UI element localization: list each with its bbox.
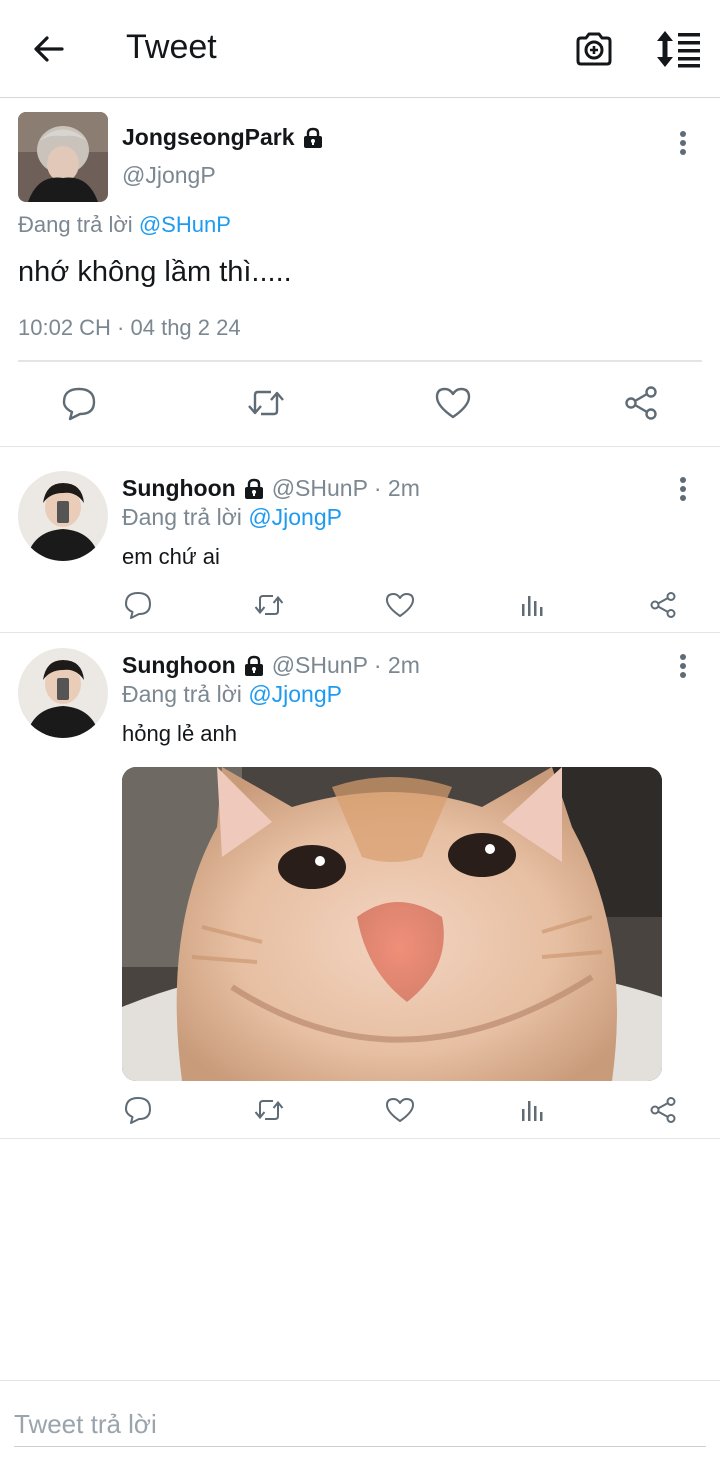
share-icon[interactable]: [648, 1095, 678, 1125]
reply-tweet[interactable]: Sunghoon @SHunP · 2m Đang trả lời @Jjong…: [0, 447, 720, 633]
sort-list-icon[interactable]: [654, 29, 702, 69]
like-icon[interactable]: [385, 590, 415, 620]
tweet-text: hỏng lẻ anh: [122, 721, 237, 746]
like-icon[interactable]: [434, 384, 472, 422]
avatar[interactable]: [18, 648, 108, 738]
author-handle-time: @SHunP · 2m: [271, 475, 420, 501]
reply-header: Sunghoon @SHunP · 2m: [122, 652, 420, 679]
avatar[interactable]: [18, 112, 108, 202]
share-icon[interactable]: [622, 384, 660, 422]
analytics-icon[interactable]: [517, 590, 547, 620]
tweet-text: em chứ ai: [122, 544, 220, 569]
reply-composer: [0, 1380, 720, 1471]
reply-header: Sunghoon @SHunP · 2m: [122, 475, 420, 502]
author-name[interactable]: JongseongPark: [122, 124, 325, 151]
replying-to: Đang trả lời @JjongP: [122, 681, 342, 707]
like-icon[interactable]: [385, 1095, 415, 1125]
tweet-text: nhớ không lầm thì.....: [18, 256, 292, 288]
replying-to: Đang trả lời @JjongP: [122, 504, 342, 530]
tweet-timestamp: 10:02 CH · 04 thg 2 24: [18, 315, 241, 340]
arrow-left-icon[interactable]: [30, 30, 68, 68]
avatar[interactable]: [18, 471, 108, 561]
lock-icon: [244, 478, 263, 499]
retweet-icon[interactable]: [254, 590, 284, 620]
author-handle-time: @SHunP · 2m: [271, 652, 420, 678]
author-handle: @JjongP: [122, 162, 216, 188]
main-tweet: JongseongPark @JjongP Đang trả lời @SHun…: [0, 99, 720, 447]
mention-link[interactable]: @JjongP: [248, 504, 342, 530]
more-vertical-icon[interactable]: [672, 475, 694, 503]
lock-icon: [303, 127, 322, 148]
share-icon[interactable]: [648, 590, 678, 620]
app-header: Tweet: [0, 0, 720, 98]
replying-to: Đang trả lời @SHunP: [18, 212, 231, 237]
retweet-icon[interactable]: [254, 1095, 284, 1125]
reply-icon[interactable]: [60, 384, 98, 422]
mention-link[interactable]: @JjongP: [248, 681, 342, 707]
page-title: Tweet: [126, 28, 217, 66]
mention-link[interactable]: @SHunP: [139, 212, 231, 237]
more-vertical-icon[interactable]: [672, 652, 694, 680]
divider: [18, 360, 702, 362]
analytics-icon[interactable]: [517, 1095, 547, 1125]
lock-icon: [244, 655, 263, 676]
reply-icon[interactable]: [123, 590, 153, 620]
reply-icon[interactable]: [123, 1095, 153, 1125]
reply-input[interactable]: [14, 1403, 706, 1447]
reply-tweet[interactable]: Sunghoon @SHunP · 2m Đang trả lời @Jjong…: [0, 633, 720, 1139]
retweet-icon[interactable]: [247, 384, 285, 422]
author-name[interactable]: Sunghoon: [122, 652, 236, 679]
tweet-media-image[interactable]: [122, 767, 662, 1081]
more-vertical-icon[interactable]: [672, 129, 694, 157]
author-name[interactable]: Sunghoon: [122, 475, 236, 502]
camera-plus-icon[interactable]: [574, 29, 614, 69]
